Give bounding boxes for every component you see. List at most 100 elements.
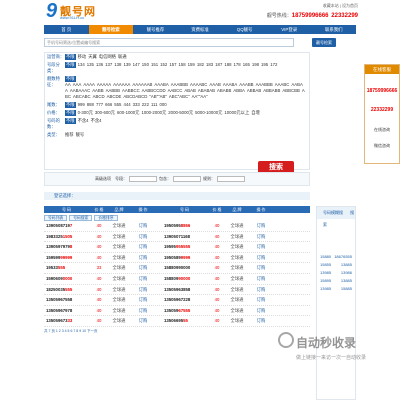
- filter-option[interactable]: AA: [65, 82, 71, 87]
- filter-option[interactable]: 134: [78, 62, 85, 67]
- phone-number[interactable]: 19595955555: [162, 242, 207, 252]
- filter-option[interactable]: 333: [133, 102, 140, 107]
- right-list-item[interactable]: 13986: [341, 269, 352, 277]
- filter-option[interactable]: AAAABC: [190, 82, 207, 87]
- filter-tag-any[interactable]: 不限: [65, 118, 76, 124]
- filter-option[interactable]: ABBA: [233, 88, 244, 93]
- nav-recommend[interactable]: 靓号推荐: [133, 25, 178, 34]
- filter-option[interactable]: 151: [151, 62, 158, 67]
- right-list-item[interactable]: 13985: [320, 285, 331, 293]
- filter-option[interactable]: 165: [243, 62, 250, 67]
- phone-number[interactable]: 13505967555: [162, 306, 207, 316]
- filter-option[interactable]: "AB""AB": [149, 94, 167, 99]
- filter-option[interactable]: ABBABB: [263, 88, 280, 93]
- filter-option[interactable]: AAABA: [154, 82, 168, 87]
- filter-option[interactable]: 182: [197, 62, 204, 67]
- filter-option[interactable]: 电信网络: [99, 54, 116, 59]
- phone-number[interactable]: 19505958866: [162, 221, 207, 231]
- phone-number[interactable]: 19533555: [44, 263, 89, 273]
- filter-option[interactable]: 靓号: [76, 132, 85, 137]
- phone-number[interactable]: 15959999999: [44, 253, 89, 263]
- nav-contact[interactable]: 联系我们: [311, 25, 356, 34]
- search-button[interactable]: 靓号检索: [312, 38, 336, 47]
- filter-option[interactable]: 195: [261, 62, 268, 67]
- filter-option[interactable]: 136: [96, 62, 103, 67]
- filter-option[interactable]: 138: [114, 62, 121, 67]
- right-list-item[interactable]: 15880: [320, 253, 331, 261]
- filter-option[interactable]: 300-600元: [95, 110, 115, 115]
- field2-input[interactable]: [173, 176, 201, 182]
- phone-number[interactable]: 15880990000: [162, 274, 207, 284]
- order-button[interactable]: 订购: [247, 274, 275, 284]
- pagination[interactable]: 共 7 页 1 2 3 4 5 6 7 8 9 10 下一页: [44, 329, 310, 334]
- nav-search[interactable]: 靓号检索: [88, 25, 134, 34]
- phone-number[interactable]: 15906090000: [44, 274, 89, 284]
- right-list-item[interactable]: 13885: [341, 261, 352, 269]
- filter-tag-any[interactable]: 不限: [65, 102, 76, 108]
- filter-option[interactable]: AABB: [92, 88, 103, 93]
- filter-option[interactable]: 联通: [118, 54, 127, 59]
- filter-option[interactable]: ABCD: [93, 94, 105, 99]
- order-button[interactable]: 订购: [247, 242, 275, 252]
- filter-option[interactable]: AAABBB: [256, 82, 273, 87]
- filter-option[interactable]: 152: [160, 62, 167, 67]
- nav-home[interactable]: 首 页: [44, 25, 89, 34]
- phone-number[interactable]: 13905087197: [44, 221, 89, 231]
- filter-option[interactable]: 150: [142, 62, 149, 67]
- filter-option[interactable]: 2000-5000元: [168, 110, 193, 115]
- filter-option[interactable]: 888: [87, 102, 94, 107]
- filter-option[interactable]: AA""AA": [192, 94, 208, 99]
- filter-option[interactable]: 157: [169, 62, 176, 67]
- filter-option[interactable]: AAAAA: [97, 82, 111, 87]
- order-button[interactable]: 订购: [247, 232, 275, 242]
- phone-number[interactable]: 13505967228: [162, 295, 207, 305]
- phone-number[interactable]: 15880990000: [162, 263, 207, 273]
- order-button[interactable]: 订购: [129, 316, 157, 326]
- right-list-item[interactable]: 18676555: [334, 253, 352, 261]
- phone-number[interactable]: 19505899999: [162, 253, 207, 263]
- right-list-item[interactable]: 15895: [320, 277, 331, 285]
- filter-option[interactable]: AAABB: [239, 82, 253, 87]
- right-list-item[interactable]: 13885: [341, 277, 352, 285]
- order-button[interactable]: 订购: [247, 253, 275, 263]
- order-button[interactable]: 订购: [129, 221, 157, 231]
- filter-option[interactable]: AAABA: [223, 82, 237, 87]
- filter-option[interactable]: AABAAAC: [70, 88, 90, 93]
- filter-option[interactable]: 159: [188, 62, 195, 67]
- filter-option[interactable]: 222: [142, 102, 149, 107]
- filter-option[interactable]: 135: [87, 62, 94, 67]
- phone-number[interactable]: 13905071168: [162, 232, 207, 242]
- filter-option[interactable]: ABABAB: [198, 88, 215, 93]
- filter-option[interactable]: 666: [105, 102, 112, 107]
- search-input[interactable]: 手机号码筛选/位置或编号搜索: [44, 38, 294, 47]
- order-button[interactable]: 订购: [129, 306, 157, 316]
- order-button[interactable]: 订购: [129, 285, 157, 295]
- order-button[interactable]: 订购: [247, 295, 275, 305]
- filter-option[interactable]: 139: [123, 62, 130, 67]
- filter-option[interactable]: 147: [133, 62, 140, 67]
- filter-option[interactable]: 600-1000元: [117, 110, 139, 115]
- phone-number[interactable]: 1350669555: [162, 316, 207, 326]
- nav-qq[interactable]: QQ靓号: [222, 25, 267, 34]
- header-links[interactable]: 收藏本站 | 设为首页: [323, 3, 358, 9]
- filter-option[interactable]: 不含4: [78, 118, 89, 123]
- filter-option[interactable]: 187: [215, 62, 222, 67]
- filter-option[interactable]: 天翼: [88, 54, 97, 59]
- filter-option[interactable]: ABABB: [217, 88, 231, 93]
- filter-option[interactable]: ABCDABCD: [123, 94, 147, 99]
- filter-option[interactable]: AAAAAA: [113, 82, 130, 87]
- order-button[interactable]: 订购: [247, 285, 275, 295]
- filter-option[interactable]: 10000元以上: [224, 110, 249, 115]
- filter-tag-any[interactable]: 不限: [65, 54, 76, 60]
- phone-number[interactable]: 13905979798: [44, 242, 89, 252]
- filter-option[interactable]: AAA: [73, 82, 82, 87]
- filter-option[interactable]: 188: [224, 62, 231, 67]
- filter-option[interactable]: AAAA: [83, 82, 94, 87]
- site-logo[interactable]: 9 靓号网 www.91LH.cc: [46, 1, 116, 21]
- online-wechat-button[interactable]: 微信咨询: [365, 143, 399, 149]
- filter-option[interactable]: ABBCBB: [282, 88, 299, 93]
- filter-option[interactable]: 777: [96, 102, 103, 107]
- filter-option[interactable]: AAABBB: [171, 82, 188, 87]
- filter-option[interactable]: ABC"ABC": [169, 94, 190, 99]
- order-button[interactable]: 订购: [247, 306, 275, 316]
